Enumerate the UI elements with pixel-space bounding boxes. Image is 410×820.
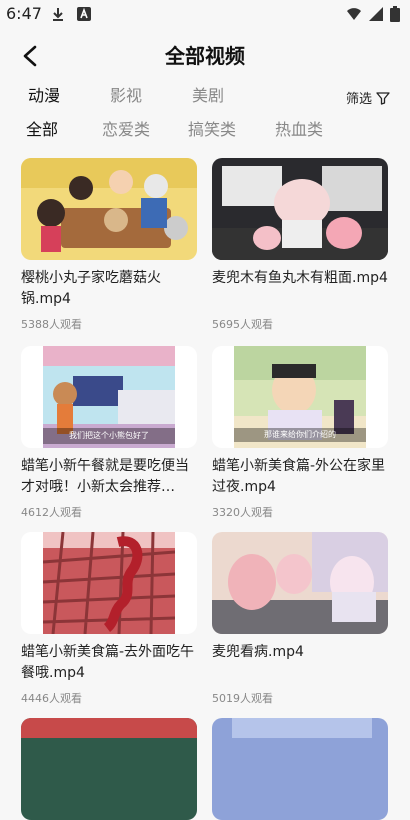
thumbnail-image xyxy=(43,532,175,634)
category-bar: 全部 恋爱类 搞笑类 热血类 xyxy=(0,116,410,142)
page-title: 全部视频 xyxy=(165,44,245,68)
video-views: 3320人观看 xyxy=(212,506,273,519)
top-tabs: 动漫 影视 美剧 筛选 xyxy=(0,82,410,110)
video-thumbnail[interactable] xyxy=(212,158,388,260)
video-views: 4612人观看 xyxy=(21,506,82,519)
video-thumbnail[interactable]: 那谁来给你们介绍的 xyxy=(212,346,388,448)
filter-button[interactable]: 筛选 xyxy=(346,88,390,107)
video-card[interactable]: 麦兜木有鱼丸木有粗面.mp4 5695人观看 xyxy=(212,158,388,332)
thumbnail-image xyxy=(212,158,388,260)
video-thumbnail[interactable] xyxy=(21,532,197,634)
video-title: 樱桃小丸子家吃蘑菇火锅.mp4 xyxy=(21,270,161,307)
status-bar: 6:47 xyxy=(0,0,410,28)
category-all[interactable]: 全部 xyxy=(26,116,58,140)
video-title: 麦兜看病.mp4 xyxy=(212,644,304,660)
thumbnail-image xyxy=(21,158,197,260)
video-views: 4446人观看 xyxy=(21,692,82,705)
video-views: 5019人观看 xyxy=(212,692,273,705)
video-card[interactable]: 樱桃小丸子家吃蘑菇火锅.mp4 5388人观看 xyxy=(21,158,197,332)
tab-film[interactable]: 影视 xyxy=(110,82,142,106)
video-thumbnail[interactable]: 我们把这个小熊包好了 xyxy=(21,346,197,448)
video-card[interactable] xyxy=(212,718,388,820)
video-views: 5695人观看 xyxy=(212,318,273,331)
status-time: 6:47 xyxy=(6,4,42,23)
header: 全部视频 xyxy=(0,30,410,80)
filter-label: 筛选 xyxy=(345,92,372,107)
battery-icon xyxy=(390,6,400,22)
video-thumbnail[interactable] xyxy=(21,158,197,260)
video-thumbnail[interactable] xyxy=(21,718,197,820)
thumbnail-image xyxy=(212,532,388,634)
video-title: 蜡笔小新美食篇-外公在家里过夜.mp4 xyxy=(212,458,386,495)
category-action[interactable]: 热血类 xyxy=(275,116,323,140)
video-card[interactable]: 我们把这个小熊包好了 蜡笔小新午餐就是要吃便当才对哦！小新太会推荐… 4612人… xyxy=(21,346,197,520)
video-card[interactable]: 麦兜看病.mp4 5019人观看 xyxy=(212,532,388,706)
tab-us-drama[interactable]: 美剧 xyxy=(192,82,224,106)
signal-icon xyxy=(369,7,383,21)
video-card[interactable]: 那谁来给你们介绍的 蜡笔小新美食篇-外公在家里过夜.mp4 3320人观看 xyxy=(212,346,388,520)
video-title: 麦兜木有鱼丸木有粗面.mp4 xyxy=(212,270,388,286)
video-thumbnail[interactable] xyxy=(212,532,388,634)
subtitle-overlay: 那谁来给你们介绍的 xyxy=(264,430,336,439)
video-views: 5388人观看 xyxy=(21,318,82,331)
video-title: 蜡笔小新午餐就是要吃便当才对哦！小新太会推荐… xyxy=(21,458,189,495)
video-title: 蜡笔小新美食篇-去外面吃午餐哦.mp4 xyxy=(21,644,195,681)
subtitle-overlay: 我们把这个小熊包好了 xyxy=(69,431,149,440)
thumbnail-image xyxy=(212,718,388,820)
wifi-icon xyxy=(347,8,361,20)
thumbnail-image xyxy=(21,718,197,820)
tab-anime[interactable]: 动漫 xyxy=(28,82,60,106)
category-romance[interactable]: 恋爱类 xyxy=(102,116,150,140)
filter-icon xyxy=(376,91,390,105)
app-a-icon xyxy=(77,7,91,21)
category-comedy[interactable]: 搞笑类 xyxy=(188,116,236,140)
download-icon xyxy=(53,8,63,21)
video-card[interactable]: 蜡笔小新美食篇-去外面吃午餐哦.mp4 4446人观看 xyxy=(21,532,197,706)
video-thumbnail[interactable] xyxy=(212,718,388,820)
video-card[interactable] xyxy=(21,718,197,820)
